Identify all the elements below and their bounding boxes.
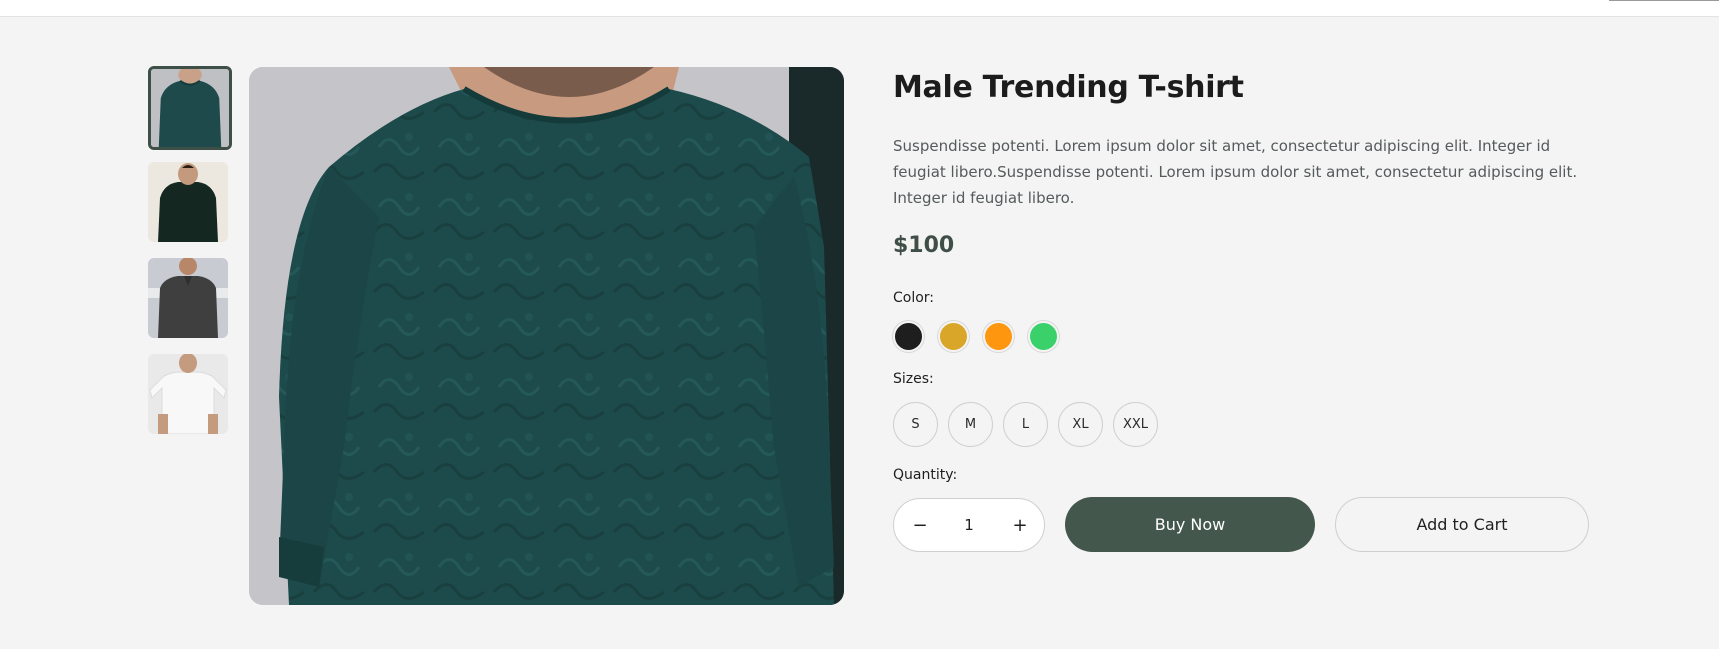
quantity-decrement-button[interactable]: − <box>896 499 944 551</box>
teal-shirt-main-image <box>249 67 844 605</box>
color-swatch-green[interactable] <box>1028 321 1059 352</box>
thumbnail-grey-polo[interactable] <box>148 258 228 338</box>
size-option-xxl[interactable]: XXL <box>1113 402 1158 447</box>
sizes-label: Sizes: <box>893 371 934 387</box>
add-to-cart-button[interactable]: Add to Cart <box>1335 497 1589 552</box>
product-description: Suspendisse potenti. Lorem ipsum dolor s… <box>893 137 1578 207</box>
color-swatch-goldenrod[interactable] <box>938 321 969 352</box>
color-swatch-black[interactable] <box>893 321 924 352</box>
size-option-m[interactable]: M <box>948 402 993 447</box>
quantity-increment-button[interactable]: + <box>996 499 1044 551</box>
product-title: Male Trending T-shirt <box>893 70 1244 105</box>
buy-now-button[interactable]: Buy Now <box>1065 497 1315 552</box>
top-accent-line <box>1609 0 1719 1</box>
size-option-l[interactable]: L <box>1003 402 1048 447</box>
quantity-label: Quantity: <box>893 467 958 483</box>
teal-shirt-thumbnail-image <box>151 69 229 147</box>
quantity-value[interactable]: 1 <box>944 499 994 551</box>
size-option-xl[interactable]: XL <box>1058 402 1103 447</box>
thumbnail-black-longsleeve[interactable] <box>148 162 228 242</box>
main-product-image <box>249 67 844 605</box>
product-price: $100 <box>893 233 955 258</box>
grey-polo-thumbnail-image <box>148 258 228 338</box>
color-swatch-orange[interactable] <box>983 321 1014 352</box>
thumbnail-white-tee[interactable] <box>148 354 228 434</box>
white-tee-thumbnail-image <box>148 354 228 434</box>
top-navigation-bar <box>0 0 1719 17</box>
color-label: Color: <box>893 290 935 306</box>
size-option-s[interactable]: S <box>893 402 938 447</box>
thumbnail-teal-longsleeve[interactable] <box>148 66 232 150</box>
quantity-stepper: − 1 + <box>893 498 1045 552</box>
black-shirt-thumbnail-image <box>148 162 228 242</box>
